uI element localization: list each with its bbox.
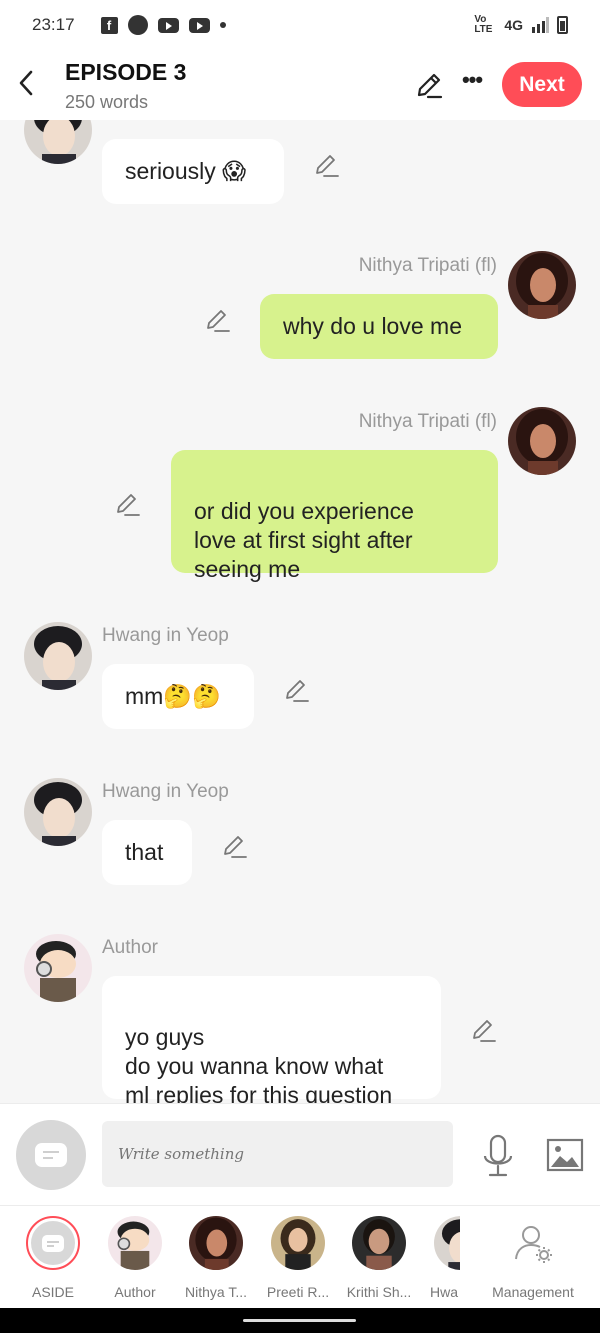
character-strip: ASIDE Author Nithya T... Preeti R... Kri… xyxy=(0,1205,600,1308)
edit-message-button[interactable] xyxy=(114,490,142,518)
management-button[interactable]: Management xyxy=(488,1216,578,1300)
voice-button[interactable] xyxy=(481,1134,515,1178)
facebook-icon: f xyxy=(100,16,118,34)
avatar-nithya[interactable] xyxy=(508,407,576,475)
pencil-icon xyxy=(417,73,443,99)
character-aside[interactable]: ASIDE xyxy=(13,1216,93,1300)
pencil-icon xyxy=(207,310,230,332)
app-header: EPISODE 3 250 words ••• Next xyxy=(0,50,600,120)
character-name: Hwa xyxy=(430,1284,459,1300)
note-icon xyxy=(42,1234,64,1252)
message-bubble[interactable]: why do u love me xyxy=(260,294,498,359)
avatar-hwang[interactable] xyxy=(24,120,92,164)
volte-indicator: Vo LTE xyxy=(474,14,493,35)
character-name: Nithya T... xyxy=(185,1284,247,1300)
word-count: 250 words xyxy=(65,92,149,112)
message-text: yo guys do you wanna know what ml replie… xyxy=(125,1024,393,1103)
edit-message-button[interactable] xyxy=(313,151,341,179)
message-text: mm🤔🤔 xyxy=(125,683,221,709)
message-bubble[interactable]: or did you experience love at first sigh… xyxy=(171,450,498,582)
message-bubble[interactable]: yo guys do you wanna know what ml replie… xyxy=(102,976,441,1103)
youtube-icon xyxy=(157,17,179,33)
message-text: why do u love me xyxy=(283,313,462,339)
character-avatar xyxy=(108,1216,162,1270)
more-button[interactable]: ••• xyxy=(458,67,486,98)
avatar-hwang[interactable] xyxy=(24,622,92,690)
message-bubble[interactable]: mm🤔🤔 xyxy=(102,664,254,729)
avatar-author[interactable] xyxy=(24,934,92,1002)
image-button[interactable] xyxy=(546,1137,584,1173)
image-icon xyxy=(546,1138,584,1172)
message-text: that xyxy=(125,839,164,865)
page-title: EPISODE 3 xyxy=(65,59,187,85)
pencil-icon xyxy=(117,494,140,516)
character-preeti[interactable]: Preeti R... xyxy=(258,1216,338,1300)
status-time: 23:17 xyxy=(32,15,75,34)
management-label: Management xyxy=(492,1284,574,1300)
character-name: Preeti R... xyxy=(266,1284,330,1300)
status-bar: 23:17 f Vo LTE 4G xyxy=(0,0,600,50)
system-nav-bar xyxy=(0,1308,600,1333)
next-button[interactable]: Next xyxy=(502,62,582,107)
message-bubble[interactable]: seriously 😱 xyxy=(102,139,284,204)
note-icon xyxy=(35,1143,67,1167)
edit-message-button[interactable] xyxy=(283,676,311,704)
character-hwang[interactable]: Hwa xyxy=(420,1216,460,1300)
sender-name: Nithya Tripati (fl) xyxy=(358,255,497,276)
youtube-icon xyxy=(188,17,210,33)
status-right: Vo LTE 4G xyxy=(474,15,568,35)
message-text: or did you experience love at first sigh… xyxy=(194,498,414,582)
edit-message-button[interactable] xyxy=(470,1016,498,1044)
character-name: ASIDE xyxy=(31,1284,74,1300)
edit-message-button[interactable] xyxy=(221,832,249,860)
character-avatar xyxy=(352,1216,406,1270)
back-button[interactable] xyxy=(14,66,38,100)
pencil-icon xyxy=(224,836,247,858)
character-author[interactable]: Author xyxy=(95,1216,175,1300)
message-text: seriously 😱 xyxy=(125,158,247,184)
message-input[interactable] xyxy=(102,1121,453,1187)
character-avatar xyxy=(189,1216,243,1270)
back-arrow-icon xyxy=(19,70,33,96)
edit-episode-button[interactable] xyxy=(414,70,444,100)
notification-dot-icon xyxy=(219,22,226,28)
sender-name: Author xyxy=(102,937,158,958)
microphone-icon xyxy=(483,1134,513,1177)
composer-bar xyxy=(0,1103,600,1205)
messenger-icon xyxy=(127,15,148,35)
network-type: 4G xyxy=(504,17,523,33)
character-nithya[interactable]: Nithya T... xyxy=(176,1216,256,1300)
battery-icon xyxy=(557,16,568,34)
character-avatar xyxy=(271,1216,325,1270)
aside-toggle-button[interactable] xyxy=(16,1120,86,1190)
home-gesture-bar[interactable] xyxy=(243,1319,356,1322)
sender-name: Hwang in Yeop xyxy=(102,781,229,802)
avatar-hwang[interactable] xyxy=(24,778,92,846)
avatar-nithya[interactable] xyxy=(508,251,576,319)
sender-name: Hwang in Yeop xyxy=(102,625,229,646)
pencil-icon xyxy=(286,680,309,702)
message-bubble[interactable]: that xyxy=(102,820,192,885)
edit-message-button[interactable] xyxy=(204,306,232,334)
sender-name: Nithya Tripati (fl) xyxy=(358,411,497,432)
more-icon: ••• xyxy=(461,67,483,92)
pencil-icon xyxy=(316,155,339,177)
pencil-icon xyxy=(473,1020,496,1042)
character-krithi[interactable]: Krithi Sh... xyxy=(339,1216,419,1300)
character-name: Author xyxy=(114,1284,156,1300)
user-settings-icon xyxy=(515,1226,552,1263)
chat-area[interactable]: seriously 😱 Nithya Tripati (fl) why do u… xyxy=(0,120,600,1103)
management-icon-wrap xyxy=(506,1216,560,1270)
character-avatar xyxy=(434,1216,460,1270)
aside-avatar xyxy=(26,1216,80,1270)
character-name: Krithi Sh... xyxy=(346,1284,412,1300)
signal-icon xyxy=(532,17,549,33)
